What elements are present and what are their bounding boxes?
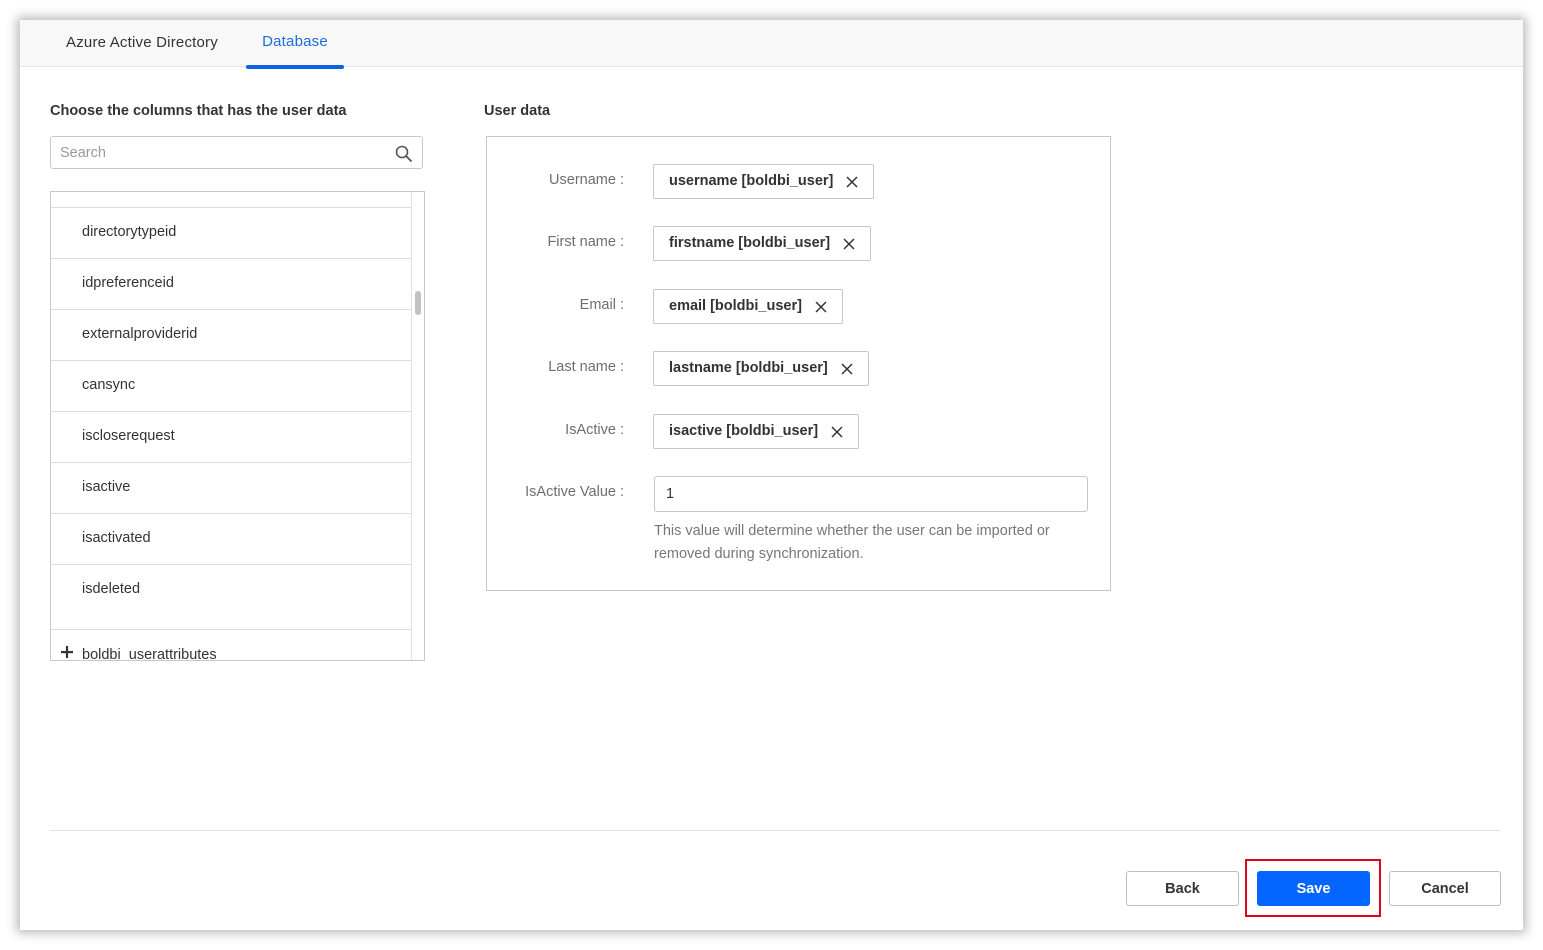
footer-divider (50, 830, 1501, 831)
isactive-value-label: IsActive Value : (525, 484, 624, 500)
search-icon[interactable] (395, 145, 412, 162)
column-item-iscloserequest[interactable]: iscloserequest (51, 411, 413, 462)
username-label: Username : (549, 172, 624, 188)
save-button-highlight (1245, 859, 1381, 917)
column-item-directorytypeid[interactable]: directorytypeid (51, 207, 413, 258)
column-list-content: directorytypeid idpreferenceid externalp… (51, 192, 413, 660)
column-item-isdeleted[interactable]: isdeleted (51, 564, 413, 615)
close-icon[interactable] (841, 363, 853, 375)
tab-database-label: Database (262, 33, 328, 50)
user-data-section-title: User data (484, 103, 551, 119)
isactive-mapping-chip[interactable]: isactive [boldbi_user] (653, 414, 860, 449)
column-item-isactivated[interactable]: isactivated (51, 513, 413, 564)
column-item-isactive[interactable]: isactive (51, 462, 413, 513)
close-icon[interactable] (831, 426, 843, 438)
search-input[interactable] (60, 137, 380, 168)
chip-label: username [boldbi_user] (669, 173, 834, 189)
table-group-boldbi-userattributes[interactable]: boldbi_userattributes (51, 629, 413, 661)
sync-settings-dialog: Azure Active Directory Database Choose t… (20, 20, 1523, 930)
first-name-label: First name : (547, 234, 624, 250)
column-list-scrollbar[interactable] (411, 192, 424, 660)
chip-label: firstname [boldbi_user] (669, 235, 831, 251)
first-name-mapping-chip[interactable]: firstname [boldbi_user] (653, 226, 872, 261)
close-icon[interactable] (843, 238, 855, 250)
columns-section-title: Choose the columns that has the user dat… (50, 103, 347, 119)
close-icon[interactable] (846, 176, 858, 188)
column-item-idpreferenceid[interactable]: idpreferenceid (51, 258, 413, 309)
last-name-label: Last name : (548, 359, 624, 375)
chip-label: isactive [boldbi_user] (669, 423, 819, 439)
isactive-value-input[interactable] (654, 476, 1088, 512)
chip-label: lastname [boldbi_user] (669, 360, 828, 376)
column-search (50, 136, 423, 169)
isactive-label: IsActive : (565, 422, 624, 438)
user-data-mapping-panel: Username : username [boldbi_user] First … (486, 136, 1111, 591)
tab-bar: Azure Active Directory Database (20, 20, 1523, 69)
chip-label: email [boldbi_user] (669, 298, 802, 314)
column-item-cansync[interactable]: cansync (51, 360, 413, 411)
back-button[interactable]: Back (1126, 871, 1239, 906)
column-item-externalproviderid[interactable]: externalproviderid (51, 309, 413, 360)
scrollbar-thumb[interactable] (415, 291, 421, 315)
isactive-value-help-text: This value will determine whether the us… (654, 523, 1050, 562)
email-mapping-chip[interactable]: email [boldbi_user] (653, 289, 843, 324)
username-mapping-chip[interactable]: username [boldbi_user] (653, 164, 875, 199)
group-label: boldbi_userattributes (82, 647, 217, 661)
last-name-mapping-chip[interactable]: lastname [boldbi_user] (653, 351, 869, 386)
active-tab-indicator (246, 65, 344, 69)
close-icon[interactable] (815, 301, 827, 313)
cancel-button[interactable]: Cancel (1389, 871, 1501, 906)
plus-icon[interactable] (61, 646, 73, 658)
tab-azure-active-directory[interactable]: Azure Active Directory (66, 20, 218, 66)
tab-database[interactable]: Database (246, 20, 344, 69)
column-list: directorytypeid idpreferenceid externalp… (50, 191, 425, 661)
email-label: Email : (579, 297, 624, 313)
